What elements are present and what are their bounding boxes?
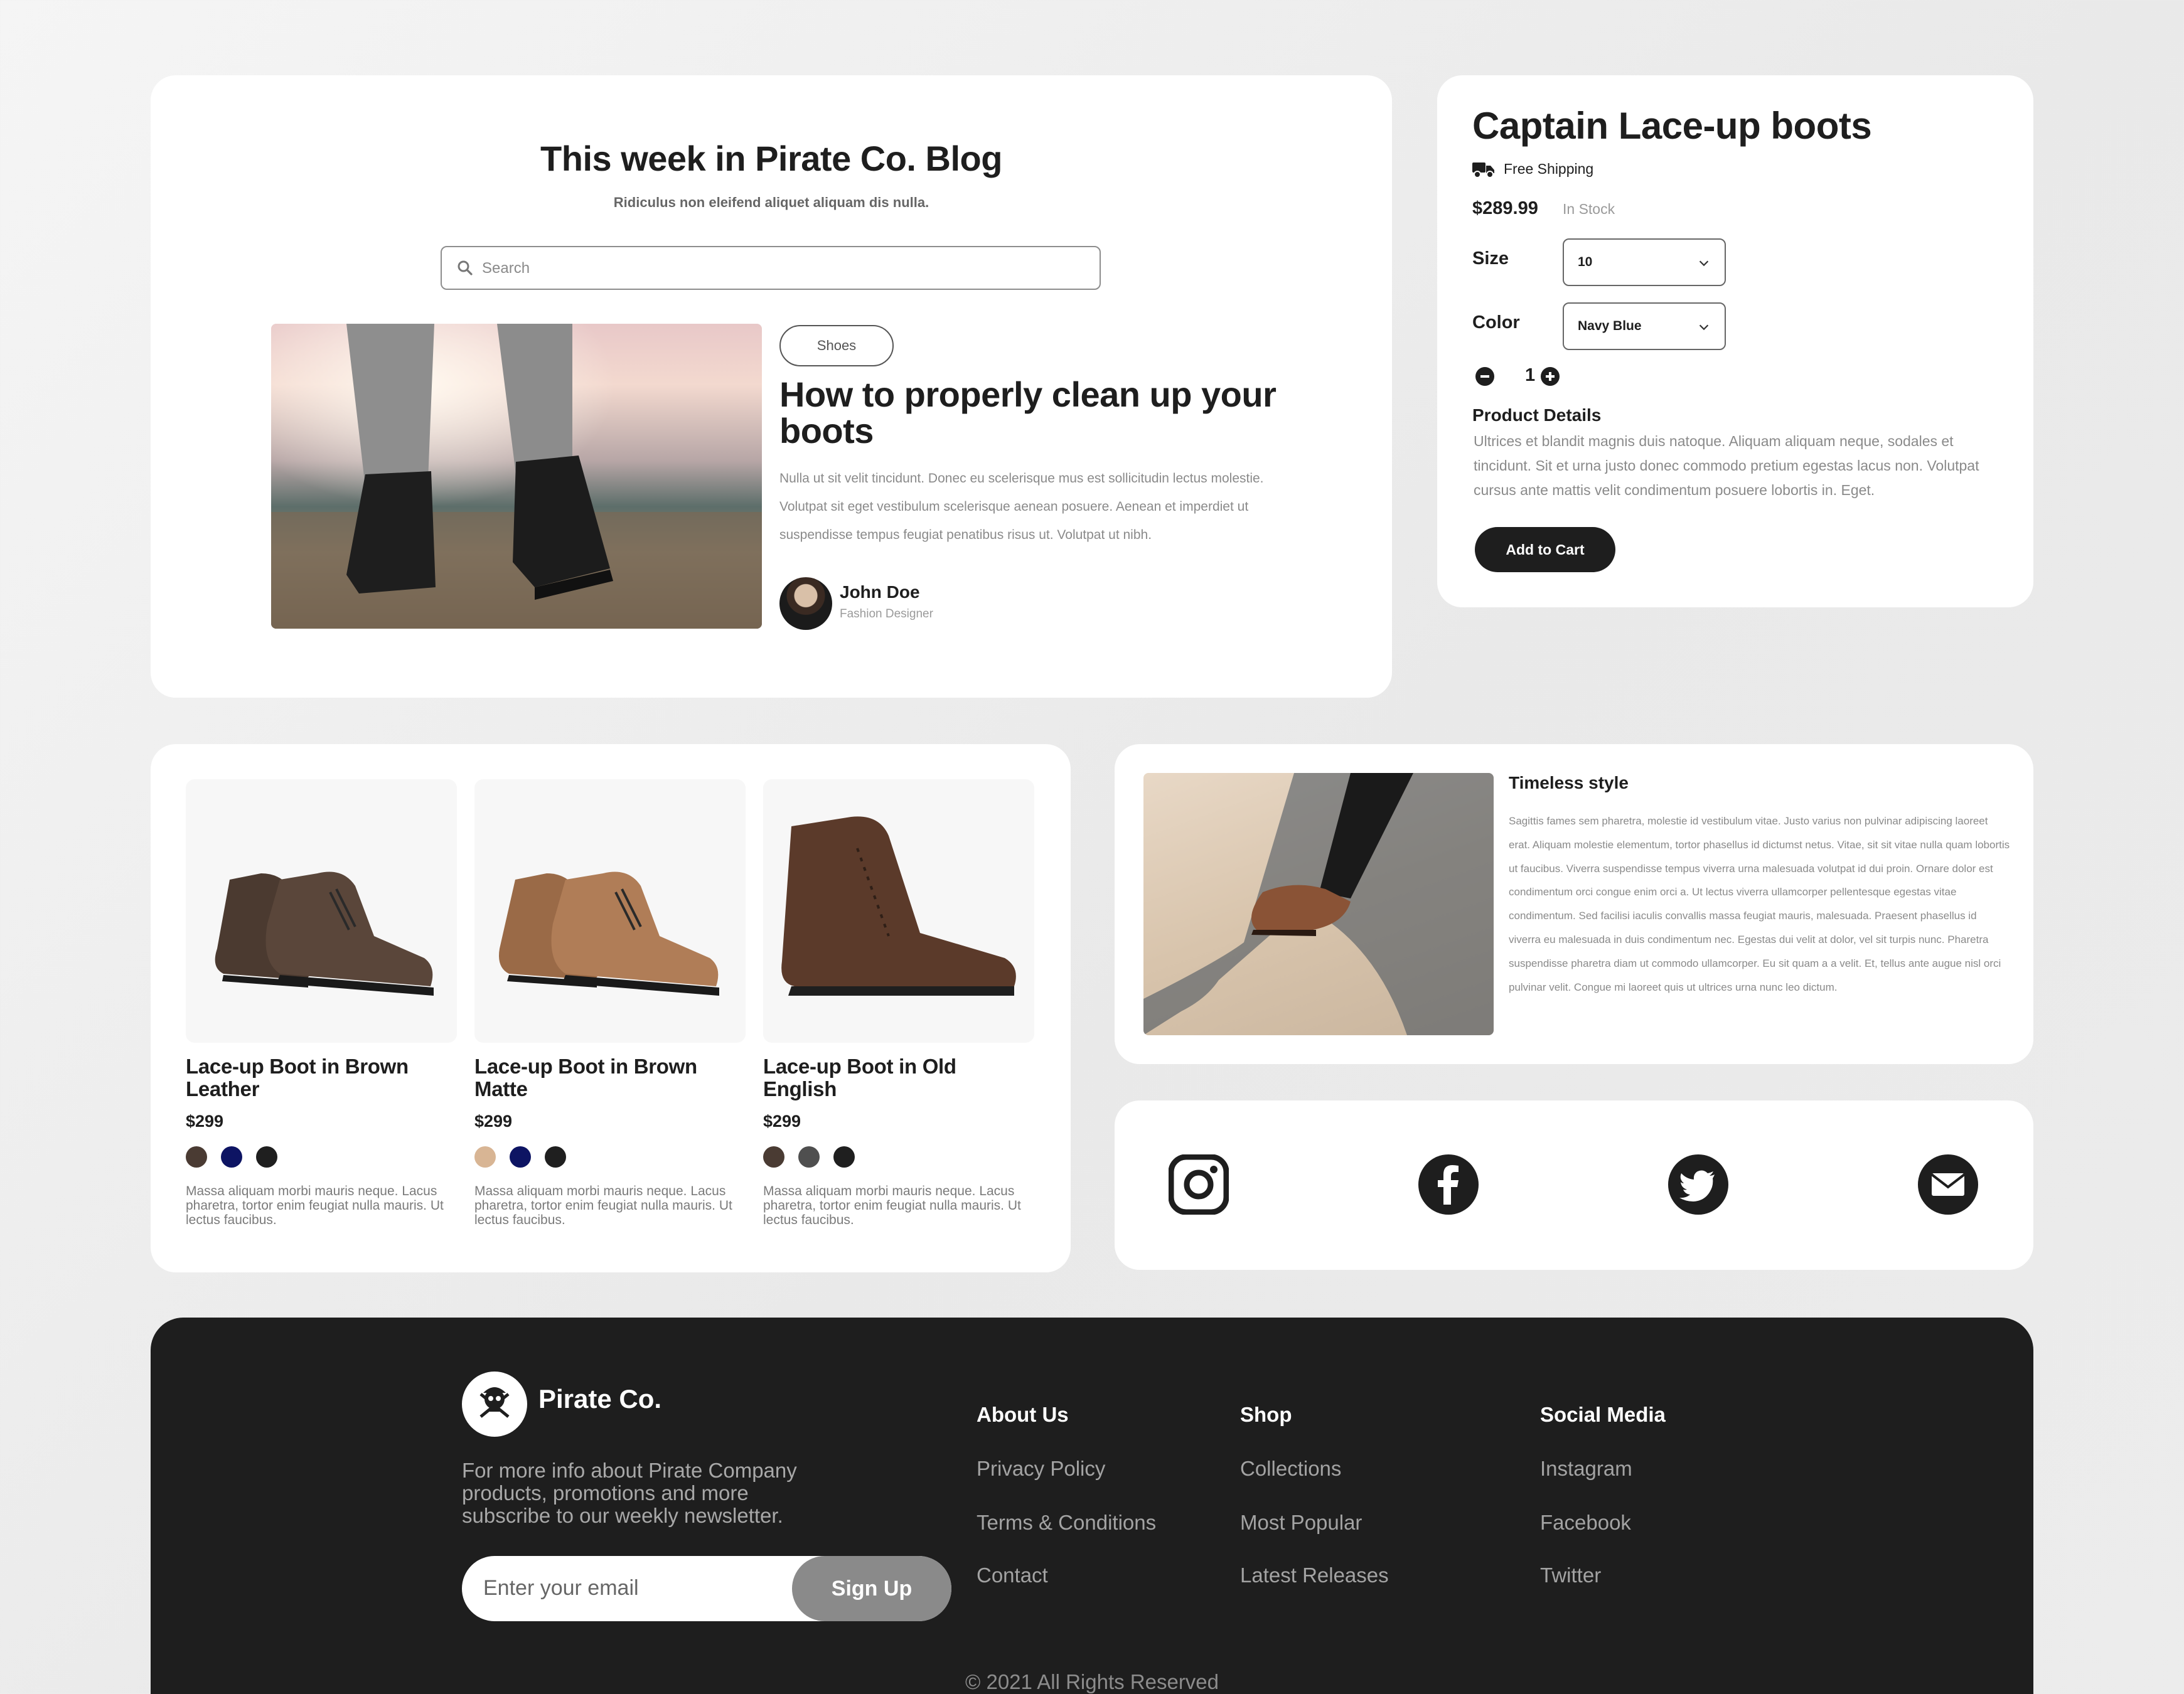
minus-icon[interactable] (1475, 366, 1495, 386)
footer-link[interactable]: Most Popular (1240, 1511, 1362, 1535)
color-swatch[interactable] (510, 1146, 531, 1168)
color-select[interactable]: Navy Blue (1563, 302, 1726, 350)
color-swatch[interactable] (545, 1146, 566, 1168)
copyright: © 2021 All Rights Reserved (965, 1670, 1219, 1693)
author-name: John Doe (840, 582, 920, 602)
pirate-logo-icon[interactable] (462, 1372, 527, 1437)
add-to-cart-button[interactable]: Add to Cart (1475, 527, 1615, 572)
footer-link[interactable]: Latest Releases (1240, 1563, 1389, 1587)
product-item[interactable]: Lace-up Boot in Old English $299 Massa a… (763, 779, 1034, 1227)
details-body: Ultrices et blandit magnis duis natoque.… (1474, 433, 1979, 498)
product-item[interactable]: Lace-up Boot in Brown Leather $299 Massa… (186, 779, 457, 1227)
newsletter-description: For more info about Pirate Company produ… (462, 1459, 797, 1527)
product-name[interactable]: Lace-up Boot in Old English (763, 1055, 1034, 1100)
feature-image[interactable] (1143, 773, 1494, 1035)
footer-link[interactable]: Twitter (1540, 1563, 1601, 1587)
footer-link[interactable]: Instagram (1540, 1457, 1632, 1481)
search-input[interactable]: Search (441, 246, 1101, 290)
plus-icon[interactable] (1540, 366, 1560, 386)
product-name[interactable]: Lace-up Boot in Brown Leather (186, 1055, 457, 1100)
footer-heading-shop: Shop (1240, 1403, 1292, 1426)
product-price: $299 (186, 1112, 224, 1131)
footer-heading-about: About Us (977, 1403, 1069, 1426)
search-icon (458, 260, 473, 275)
email-field[interactable]: Enter your email Sign Up (462, 1556, 951, 1621)
chevron-down-icon (1699, 260, 1709, 267)
color-swatch[interactable] (763, 1146, 784, 1168)
product-price: $289.99 (1472, 198, 1538, 218)
color-swatch[interactable] (833, 1146, 855, 1168)
product-description: Massa aliquam morbi mauris neque. Lacus … (474, 1184, 732, 1227)
size-label: Size (1472, 248, 1509, 269)
author-role: Fashion Designer (840, 607, 933, 621)
brand-name[interactable]: Pirate Co. (538, 1384, 661, 1414)
size-value: 10 (1578, 255, 1593, 269)
color-swatch[interactable] (186, 1146, 207, 1168)
footer-link[interactable]: Privacy Policy (977, 1457, 1105, 1481)
size-select[interactable]: 10 (1563, 238, 1726, 286)
product-image[interactable] (763, 779, 1034, 1043)
blog-title: This week in Pirate Co. Blog (540, 139, 1002, 178)
quantity-value: 1 (1525, 365, 1536, 385)
color-swatch[interactable] (474, 1146, 496, 1168)
shipping-label: Free Shipping (1504, 161, 1594, 177)
blog-card: This week in Pirate Co. Blog Ridiculus n… (151, 75, 1392, 698)
product-description: Massa aliquam morbi mauris neque. Lacus … (186, 1184, 444, 1227)
instagram-icon[interactable] (1169, 1154, 1229, 1215)
product-item[interactable]: Lace-up Boot in Brown Matte $299 Massa a… (474, 779, 746, 1227)
product-price: $299 (474, 1112, 513, 1131)
footer-link[interactable]: Facebook (1540, 1511, 1631, 1535)
chevron-down-icon (1699, 324, 1709, 331)
stock-status: In Stock (1563, 201, 1615, 217)
mail-icon[interactable] (1918, 1154, 1978, 1215)
article-excerpt: Nulla ut sit velit tincidunt. Donec eu s… (779, 471, 1264, 542)
article-title[interactable]: How to properly clean up your boots (779, 376, 1282, 449)
feature-heading: Timeless style (1509, 773, 1629, 792)
feature-card: Timeless style Sagittis fames sem pharet… (1115, 744, 2033, 1064)
product-image[interactable] (474, 779, 746, 1043)
color-label: Color (1472, 312, 1520, 333)
search-placeholder: Search (482, 260, 530, 277)
facebook-icon[interactable] (1418, 1154, 1479, 1215)
feature-body: Sagittis fames sem pharetra, molestie id… (1509, 815, 2010, 993)
article-image[interactable] (271, 324, 762, 629)
color-value: Navy Blue (1578, 319, 1642, 333)
product-image[interactable] (186, 779, 457, 1043)
footer-link[interactable]: Terms & Conditions (977, 1511, 1156, 1535)
footer-heading-social: Social Media (1540, 1403, 1666, 1426)
color-swatch[interactable] (221, 1146, 242, 1168)
product-card: Captain Lace-up boots Free Shipping $289… (1437, 75, 2033, 607)
blog-subtitle: Ridiculus non eleifend aliquet aliquam d… (613, 194, 929, 210)
category-tag[interactable]: Shoes (779, 325, 894, 366)
details-heading: Product Details (1472, 405, 1602, 425)
product-name[interactable]: Lace-up Boot in Brown Matte (474, 1055, 746, 1100)
footer-link[interactable]: Collections (1240, 1457, 1341, 1481)
product-grid-card: Lace-up Boot in Brown Leather $299 Massa… (151, 744, 1071, 1272)
truck-icon (1472, 162, 1494, 178)
avatar (779, 577, 832, 630)
product-price: $299 (763, 1112, 801, 1131)
email-placeholder: Enter your email (483, 1576, 639, 1600)
footer: Pirate Co. For more info about Pirate Co… (151, 1318, 2033, 1694)
color-swatch[interactable] (256, 1146, 277, 1168)
sign-up-button[interactable]: Sign Up (792, 1556, 951, 1621)
product-description: Massa aliquam morbi mauris neque. Lacus … (763, 1184, 1021, 1227)
social-card (1115, 1100, 2033, 1270)
footer-link[interactable]: Contact (977, 1563, 1048, 1587)
twitter-icon[interactable] (1668, 1154, 1728, 1215)
color-swatch[interactable] (798, 1146, 820, 1168)
product-title: Captain Lace-up boots (1472, 105, 1872, 147)
